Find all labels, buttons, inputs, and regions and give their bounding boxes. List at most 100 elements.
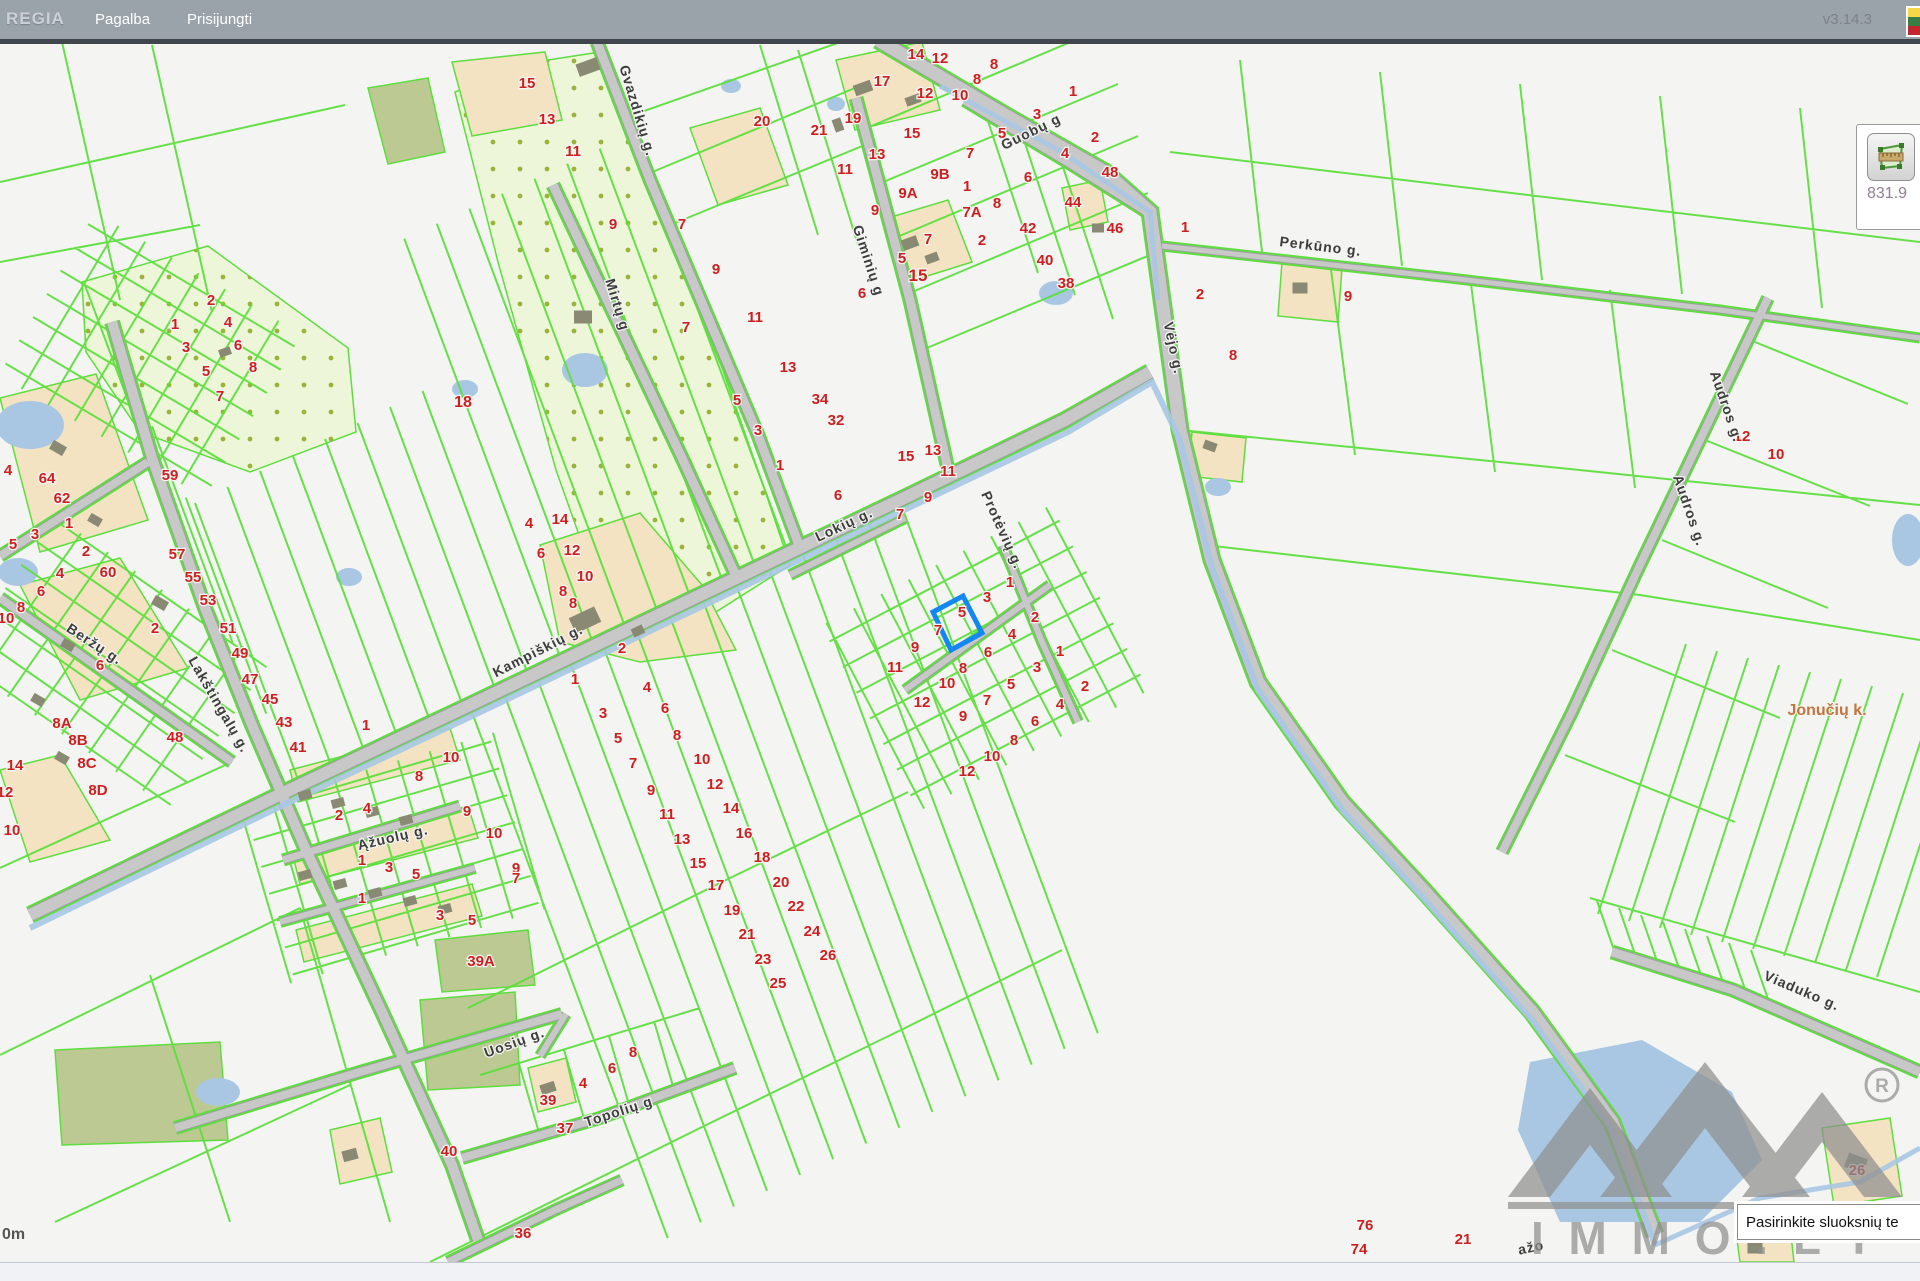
parcel-number: 45 bbox=[262, 691, 279, 708]
parcel-number: 13 bbox=[539, 111, 556, 128]
parcel-number: 16 bbox=[736, 825, 753, 842]
parcel-number: 14 bbox=[7, 757, 24, 774]
parcel-number: 1 bbox=[963, 178, 971, 195]
parcel-number: 40 bbox=[1037, 252, 1054, 269]
parcel-number: 41 bbox=[290, 739, 307, 756]
cadastral-map[interactable]: 1513119714128171210820211915131113572464… bbox=[0, 44, 1920, 1262]
parcel-number: 6 bbox=[37, 583, 45, 600]
parcel-number: 6 bbox=[96, 657, 104, 674]
parcel-number: 4 bbox=[1008, 626, 1017, 643]
parcel-number: 5 bbox=[733, 392, 741, 409]
parcel-number: 4 bbox=[224, 314, 233, 331]
parcel-number: 21 bbox=[811, 122, 828, 139]
parcel-number: 12 bbox=[0, 784, 13, 801]
parcel-number: 6 bbox=[984, 644, 992, 661]
parcel-number: 6 bbox=[608, 1060, 616, 1077]
parcel-number: 7 bbox=[983, 692, 991, 709]
parcel-number: 3 bbox=[385, 859, 393, 876]
parcel-number: 8 bbox=[990, 56, 998, 73]
parcel-number: 3 bbox=[599, 705, 607, 722]
parcel-number: 8 bbox=[959, 660, 967, 677]
parcel-number: 13 bbox=[780, 359, 797, 376]
parcel-number: 8B bbox=[68, 732, 87, 749]
parcel-number: 1 bbox=[358, 890, 366, 907]
parcel-number: 4 bbox=[4, 462, 13, 479]
parcel-number: 10 bbox=[939, 675, 956, 692]
parcel-number: 60 bbox=[100, 564, 117, 581]
parcel-number: 8 bbox=[973, 71, 981, 88]
parcel-number: 47 bbox=[242, 671, 259, 688]
parcel-number: 4 bbox=[579, 1075, 588, 1092]
parcel-number: 11 bbox=[747, 309, 763, 326]
parcel-number: 1 bbox=[571, 671, 579, 688]
parcel-number: 59 bbox=[162, 467, 179, 484]
parcel-number: 10 bbox=[694, 751, 711, 768]
menu-item-prisijungti[interactable]: Prisijungti bbox=[187, 11, 252, 28]
area-measure-icon bbox=[1875, 141, 1907, 173]
parcel-number: 13 bbox=[674, 831, 691, 848]
parcel-number: 4 bbox=[1061, 145, 1070, 162]
parcel-number: 10 bbox=[4, 822, 21, 839]
parcel-number: 21 bbox=[739, 926, 756, 943]
parcel-number: 34 bbox=[812, 391, 829, 408]
map-canvas[interactable]: 1513119714128171210820211915131113572464… bbox=[0, 44, 1920, 1262]
parcel-number: 11 bbox=[659, 806, 675, 823]
parcel-number: 5 bbox=[412, 866, 420, 883]
parcel-number: 2 bbox=[1091, 129, 1099, 146]
parcel-number: 11 bbox=[887, 659, 903, 676]
parcel-number: 18 bbox=[454, 394, 472, 411]
parcel-number: 8 bbox=[17, 599, 25, 616]
parcel-number: 20 bbox=[773, 874, 790, 891]
parcel-number: 1 bbox=[1006, 574, 1014, 591]
parcel-number: 11 bbox=[940, 463, 956, 480]
parcel-number: 2 bbox=[618, 640, 626, 657]
parcel-number: 6 bbox=[858, 285, 866, 302]
parcel-number: 1 bbox=[65, 515, 73, 532]
parcel-number: 9 bbox=[959, 708, 967, 725]
parcel-number: 4 bbox=[525, 515, 534, 532]
parcel-number: 22 bbox=[788, 898, 805, 915]
builtup-area bbox=[1278, 262, 1342, 322]
menu-item-pagalba[interactable]: Pagalba bbox=[95, 11, 150, 28]
parcel-number: 7 bbox=[924, 231, 932, 248]
parcel-number: 6 bbox=[537, 545, 545, 562]
parcel-number: 5 bbox=[614, 730, 622, 747]
parcel-number: 26 bbox=[820, 947, 837, 964]
parcel-number: 8 bbox=[673, 727, 681, 744]
bottom-status-bar bbox=[0, 1262, 1920, 1281]
parcel-number: 4 bbox=[1056, 696, 1065, 713]
parcel-number: 3 bbox=[754, 422, 762, 439]
parcel-number: 1 bbox=[1069, 83, 1077, 100]
parcel-number: 38 bbox=[1058, 275, 1075, 292]
parcel-number: 8 bbox=[1229, 347, 1237, 364]
parcel-number: 2 bbox=[151, 620, 159, 637]
area-measure-button[interactable] bbox=[1867, 133, 1915, 181]
parcel-number: 5 bbox=[468, 912, 476, 929]
svg-text:R: R bbox=[1875, 1076, 1889, 1097]
parcel-number: 5 bbox=[202, 363, 210, 380]
parcel-number: 10 bbox=[984, 748, 1001, 765]
parcel-number: 1 bbox=[362, 717, 370, 734]
parcel-number: 36 bbox=[515, 1225, 532, 1242]
parcel-number: 9 bbox=[647, 782, 655, 799]
parcel-number: 2 bbox=[1081, 678, 1089, 695]
parcel-number: 1 bbox=[1181, 219, 1189, 236]
parcel-number: 7 bbox=[682, 319, 690, 336]
parcel-number: 9 bbox=[463, 803, 471, 820]
parcel-number: 7A bbox=[962, 204, 981, 221]
lithuania-flag-icon[interactable] bbox=[1906, 6, 1920, 37]
parcel-number: 9A bbox=[898, 185, 917, 202]
parcel-number: 12 bbox=[932, 50, 949, 67]
parcel-number: 14 bbox=[552, 511, 569, 528]
parcel-number: 8 bbox=[249, 359, 257, 376]
parcel-number: 48 bbox=[167, 729, 184, 746]
parcel-number: 1 bbox=[358, 852, 366, 869]
pond bbox=[1205, 478, 1231, 496]
app-logo[interactable]: REGIA bbox=[6, 9, 65, 29]
parcel-number: 24 bbox=[804, 923, 821, 940]
parcel-number: 64 bbox=[39, 470, 56, 487]
parcel-number: 8A bbox=[52, 715, 71, 732]
parcel-number: 10 bbox=[952, 87, 969, 104]
parcel-number: 53 bbox=[200, 592, 217, 609]
parcel-number: 15 bbox=[898, 448, 915, 465]
